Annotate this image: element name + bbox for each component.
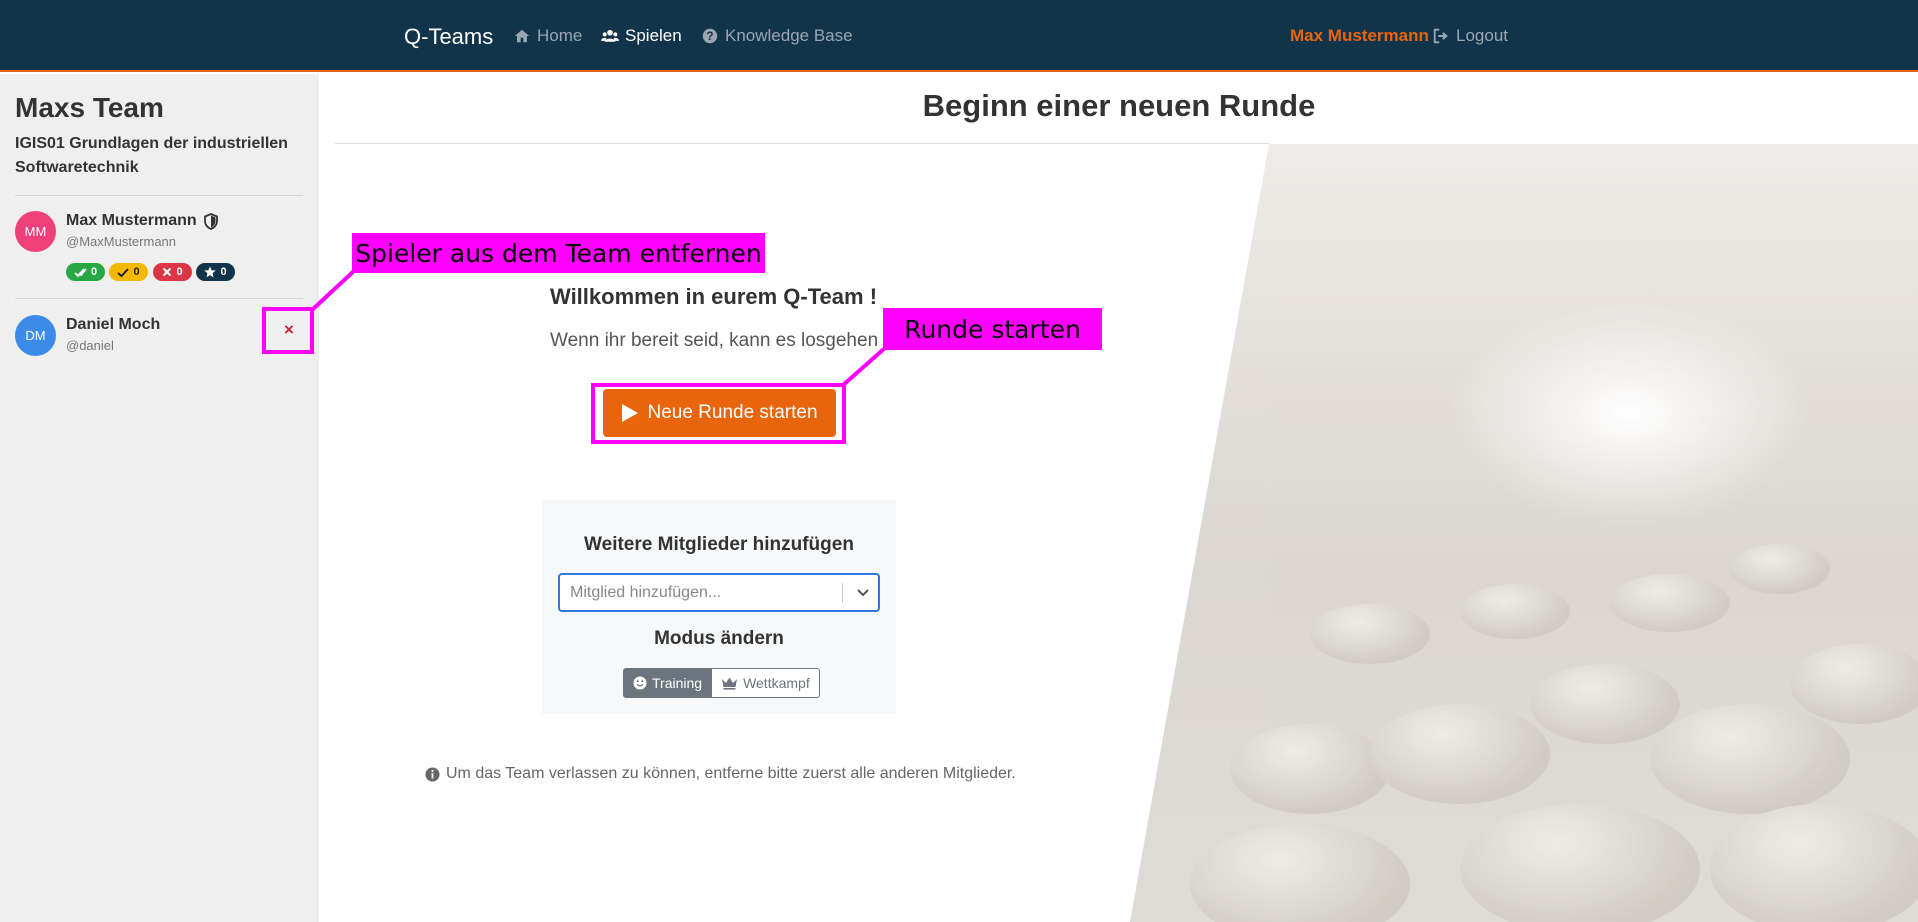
nav-spielen-label: Spielen [625, 26, 682, 45]
photo-rock [1650, 704, 1850, 814]
photo-rock [1370, 704, 1550, 804]
remove-player-callout: Spieler aus dem Team entfernen [352, 233, 765, 273]
mode-toggle-group: Training Wettkampf [623, 668, 820, 698]
top-navbar: Q-Teams Home Spielen ? Knowledge Base Ma… [0, 0, 1918, 72]
smile-icon [633, 676, 647, 690]
logout-label: Logout [1456, 26, 1508, 45]
photo-rock [1310, 604, 1430, 664]
star-badge: 0 [196, 263, 235, 281]
chevron-down-icon[interactable] [854, 583, 872, 601]
photo-rock [1790, 644, 1918, 724]
mode-heading: Modus ändern [654, 628, 784, 649]
sidebar-divider [15, 195, 303, 196]
photo-rock [1190, 824, 1410, 922]
photo-rock [1460, 804, 1700, 922]
leave-team-note: Um das Team verlassen zu können, entfern… [425, 765, 1016, 783]
partial-badge: 0 [109, 263, 148, 281]
background-photo [1130, 144, 1918, 922]
home-icon [514, 29, 530, 43]
double-check-icon [74, 267, 87, 277]
mode-wettkampf-button[interactable]: Wettkampf [712, 668, 820, 698]
add-member-placeholder: Mitglied hinzufügen... [570, 584, 722, 601]
mode-training-label: Training [652, 675, 703, 691]
x-icon [163, 267, 172, 277]
page-title: Beginn einer neuen Runde [922, 88, 1316, 123]
nav-knowledge-base-link[interactable]: ? Knowledge Base [701, 26, 853, 46]
welcome-title: Willkommen in eurem Q-Team ! [550, 284, 878, 309]
add-members-heading: Weitere Mitglieder hinzufügen [584, 534, 854, 555]
question-circle-icon: ? [702, 28, 718, 44]
nav-home-label: Home [537, 26, 583, 45]
member-name-text: Daniel Moch [66, 316, 161, 333]
crown-icon [722, 677, 738, 690]
badge-value: 0 [220, 266, 227, 278]
current-user-name[interactable]: Max Mustermann [1290, 26, 1429, 46]
welcome-text: Wenn ihr bereit seid, kann es losgehen [550, 330, 879, 351]
member-name: Daniel Moch [66, 316, 160, 334]
member-name: Max Mustermann [66, 212, 219, 230]
photo-rock [1710, 804, 1918, 922]
member-handle: @MaxMustermann [66, 234, 177, 249]
mode-wettkampf-label: Wettkampf [743, 675, 810, 691]
remove-member-highlight [262, 307, 314, 354]
nav-home-link[interactable]: Home [513, 26, 582, 46]
start-round-highlight [591, 383, 846, 444]
connector-start-line [840, 346, 887, 388]
nav-spielen-link[interactable]: Spielen [601, 26, 682, 46]
avatar: DM [15, 315, 56, 356]
star-icon [204, 266, 217, 278]
logout-icon [1433, 28, 1448, 44]
badge-value: 0 [176, 266, 183, 278]
add-member-select[interactable]: Mitglied hinzufügen... [558, 573, 880, 612]
team-settings-panel: Weitere Mitglieder hinzufügen Mitglied h… [542, 500, 896, 714]
photo-rock [1230, 724, 1390, 814]
select-separator [842, 583, 843, 603]
member-name-text: Max Mustermann [66, 212, 197, 229]
photo-rock [1460, 584, 1570, 639]
info-circle-icon [425, 767, 440, 781]
nav-knowledge-base-label: Knowledge Base [725, 26, 853, 45]
logout-link[interactable]: Logout [1432, 26, 1508, 46]
team-course: IGIS01 Grundlagen der industriellen Soft… [15, 135, 288, 176]
team-name: Maxs Team [15, 92, 164, 123]
brand-logo[interactable]: Q-Teams [404, 24, 493, 50]
shield-icon [203, 212, 218, 230]
wrong-badge: 0 [153, 263, 192, 281]
start-round-callout: Runde starten [883, 308, 1102, 350]
check-icon [117, 267, 130, 277]
photo-rock [1730, 544, 1830, 594]
photo-rock [1530, 664, 1680, 744]
leave-team-note-text: Um das Team verlassen zu können, entfern… [446, 765, 1016, 782]
correct-badge: 0 [66, 263, 105, 281]
photo-rock [1610, 574, 1730, 632]
svg-text:?: ? [706, 30, 713, 43]
badge-value: 0 [133, 266, 140, 278]
sidebar-divider [15, 298, 303, 299]
member-handle: @daniel [66, 338, 114, 353]
title-divider [335, 143, 1269, 144]
team-sidebar [0, 74, 319, 922]
users-icon [601, 29, 619, 42]
avatar: MM [15, 211, 56, 252]
mode-training-button[interactable]: Training [623, 668, 713, 698]
badge-value: 0 [90, 266, 98, 278]
